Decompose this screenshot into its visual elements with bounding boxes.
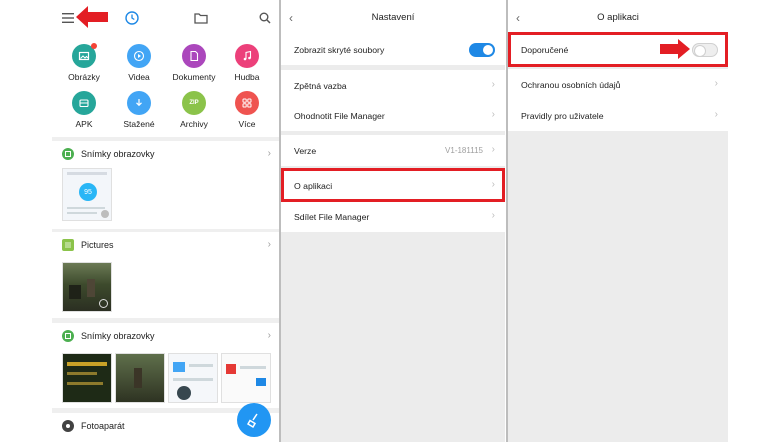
chevron-right-icon: › — [714, 109, 718, 120]
clean-fab-button[interactable] — [237, 403, 271, 437]
chevron-right-icon: › — [491, 210, 495, 221]
section-title: Snímky obrazovky — [81, 148, 155, 159]
category-grid: Obrázky Videa Dokumenty Hudba APK Stažen… — [52, 36, 279, 137]
recommended-row[interactable]: Doporučené — [508, 34, 728, 65]
section-title: Fotoaparát — [81, 420, 125, 431]
row-label: Doporučené — [521, 44, 569, 55]
annotation-arrow-right-icon — [660, 39, 690, 59]
category-label: Více — [238, 119, 256, 129]
music-icon — [235, 44, 259, 68]
chevron-right-icon: › — [267, 239, 271, 250]
screenshot-icon — [62, 329, 74, 342]
recent-clock-icon[interactable] — [124, 10, 140, 26]
category-label: Videa — [128, 72, 150, 82]
category-label: Obrázky — [68, 72, 100, 82]
play-icon — [127, 44, 151, 68]
show-hidden-files-row[interactable]: Zobrazit skryté soubory — [281, 34, 505, 65]
category-images[interactable]: Obrázky — [56, 43, 112, 82]
page-title: O aplikaci — [597, 12, 639, 23]
row-label: Verze — [294, 145, 317, 156]
feedback-row[interactable]: Zpětná vazba › — [281, 70, 505, 101]
folder-images-icon — [62, 238, 74, 251]
section-header[interactable]: Snímky obrazovky › — [52, 141, 279, 166]
category-more[interactable]: Více — [219, 91, 275, 129]
screenshot-thumbnail[interactable] — [115, 353, 165, 403]
chevron-right-icon: › — [714, 78, 718, 89]
section-title: Snímky obrazovky — [81, 330, 155, 341]
row-label: Sdílet File Manager — [294, 211, 370, 222]
file-manager-panel: Obrázky Videa Dokumenty Hudba APK Stažen… — [52, 0, 279, 442]
picture-thumbnail[interactable] — [62, 262, 112, 312]
apk-icon — [72, 91, 96, 115]
section-title: Pictures — [81, 239, 114, 250]
chevron-right-icon: › — [491, 179, 495, 190]
category-videos[interactable]: Videa — [111, 44, 167, 82]
user-terms-row[interactable]: Pravidly pro uživatele › — [508, 100, 728, 131]
version-row[interactable]: Verze V1-181115 › — [281, 135, 505, 166]
chevron-right-icon: › — [491, 79, 495, 90]
category-documents[interactable]: Dokumenty — [166, 44, 222, 82]
document-icon — [182, 44, 206, 68]
section-header[interactable]: Pictures › — [52, 232, 279, 257]
annotation-arrow-left-icon — [76, 6, 108, 28]
row-label: Ohodnotit File Manager — [294, 110, 385, 121]
chevron-right-icon: › — [491, 109, 495, 120]
category-label: APK — [75, 119, 93, 129]
privacy-policy-row[interactable]: Ochranou osobních údajů › — [508, 69, 728, 100]
category-downloads[interactable]: Stažené — [111, 91, 167, 129]
more-apps-icon — [235, 91, 259, 115]
share-app-row[interactable]: Sdílet File Manager › — [281, 201, 505, 232]
row-label: Zobrazit skryté soubory — [294, 44, 385, 55]
category-label: Dokumenty — [172, 72, 216, 82]
screenshot-thumbnail[interactable] — [221, 353, 271, 403]
score-circle: 95 — [79, 183, 97, 201]
settings-panel: ‹ Nastavení Zobrazit skryté soubory Zpět… — [281, 0, 505, 442]
show-hidden-files-toggle[interactable] — [469, 43, 495, 57]
chevron-right-icon: › — [267, 330, 271, 341]
about-row[interactable]: O aplikaci › — [281, 170, 505, 201]
zip-icon: ZIP — [182, 91, 206, 115]
chevron-right-icon: › — [267, 148, 271, 159]
category-archives[interactable]: ZIP Archivy — [166, 91, 222, 129]
row-label: O aplikaci — [294, 180, 333, 191]
settings-title-bar: ‹ Nastavení — [281, 0, 505, 36]
about-title-bar: ‹ O aplikaci — [508, 0, 728, 36]
screenshot-thumbnail[interactable] — [62, 353, 112, 403]
image-icon — [72, 43, 97, 68]
section-header[interactable]: Snímky obrazovky › — [52, 323, 279, 348]
rate-app-row[interactable]: Ohodnotit File Manager › — [281, 100, 505, 131]
chevron-right-icon: › — [491, 144, 495, 155]
screenshot-icon — [62, 147, 74, 160]
page-title: Nastavení — [371, 12, 415, 23]
row-label: Ochranou osobních údajů — [521, 79, 621, 90]
category-apk[interactable]: APK — [56, 91, 112, 129]
recent-section-screenshots-2: Snímky obrazovky › — [52, 323, 279, 408]
recent-section-screenshots: Snímky obrazovky › 95 — [52, 141, 279, 229]
version-value: V1-181115 — [445, 146, 483, 155]
row-label: Pravidly pro uživatele — [521, 110, 604, 121]
category-label: Stažené — [123, 119, 155, 129]
folder-icon[interactable] — [193, 10, 209, 26]
row-label: Zpětná vazba — [294, 80, 347, 91]
about-panel: ‹ O aplikaci Doporučené Ochranou osobníc… — [508, 0, 728, 442]
search-icon[interactable] — [257, 10, 273, 26]
recommended-toggle[interactable] — [692, 43, 718, 57]
recent-section-pictures: Pictures › — [52, 232, 279, 318]
download-icon — [127, 91, 151, 115]
broom-icon — [246, 413, 258, 429]
screenshot-thumbnail[interactable]: 95 — [62, 168, 112, 221]
screenshot-thumbnail[interactable] — [168, 353, 218, 403]
new-badge — [91, 43, 97, 49]
category-label: Hudba — [234, 72, 260, 82]
category-music[interactable]: Hudba — [219, 44, 275, 82]
camera-icon — [62, 419, 74, 432]
category-label: Archivy — [180, 119, 208, 129]
